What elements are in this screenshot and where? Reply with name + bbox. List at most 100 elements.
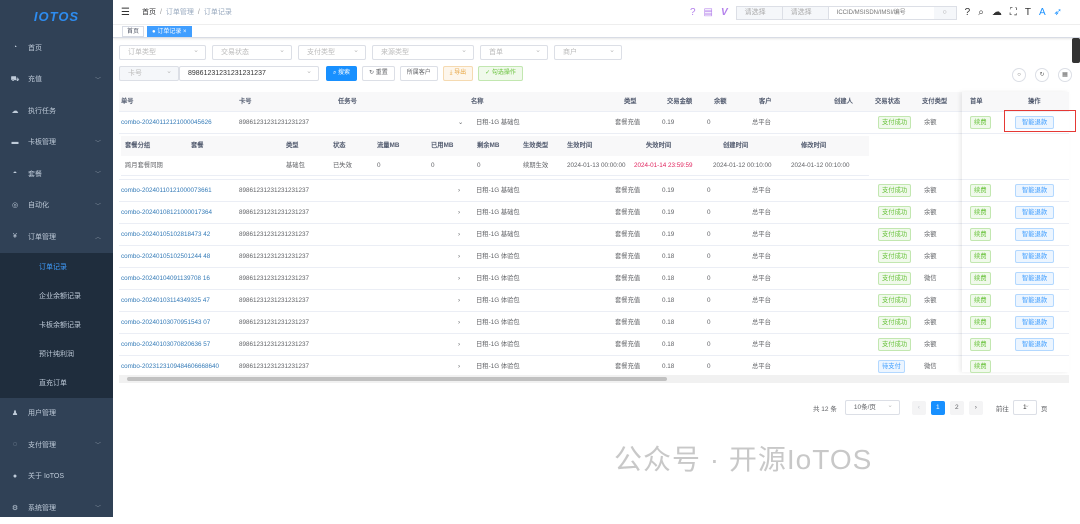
table-row[interactable]: combo-20240104091139708 16 89861231231231…	[119, 268, 962, 290]
expand-icon[interactable]: ›	[458, 312, 460, 333]
column-header[interactable]: 交易金额	[667, 92, 692, 112]
search-icon[interactable]: ⌕	[978, 7, 984, 18]
tag-home[interactable]: 首页	[122, 25, 145, 37]
page-size-select[interactable]: 10条/页	[844, 399, 900, 415]
logo[interactable]: IOTOS	[0, 0, 113, 32]
font-size-icon[interactable]: T	[1025, 7, 1031, 18]
smart-refund-button[interactable]: 智能退款	[1015, 316, 1055, 329]
smart-refund-button[interactable]: 智能退款	[1015, 294, 1055, 307]
submenu-item[interactable]: 直充订单	[0, 369, 113, 398]
translate-icon[interactable]: A	[1039, 7, 1046, 18]
sidebar-item-items_after3[interactable]: ⚙ 系统管理 ﹀	[0, 492, 113, 524]
smart-refund-button[interactable]: 智能退款	[1015, 272, 1055, 285]
expand-icon[interactable]: ›	[458, 224, 460, 245]
order-id-link[interactable]: combo-20240103114349325 47	[121, 290, 210, 311]
submenu-item[interactable]: 预计纯利润	[0, 340, 113, 369]
breadcrumb-home[interactable]: 首页	[142, 9, 156, 16]
search-toggle-icon[interactable]: ○	[1012, 68, 1026, 82]
submenu-item[interactable]: 卡板余额记录	[0, 311, 113, 340]
sidebar-item-items_after1[interactable]: ◌ 支付管理 ﹀	[0, 429, 113, 461]
order-id-link[interactable]: combo-20240108121000017364	[121, 202, 212, 223]
sidebar-item-items_after2[interactable]: ● 关于 IoTOS	[0, 461, 113, 493]
next-page-button[interactable]: ›	[968, 400, 983, 415]
card-number-input[interactable]: 89861231231231231237	[179, 65, 319, 81]
table-row[interactable]: combo-20240110121000073661 89861231231231…	[119, 180, 962, 202]
table-row[interactable]: combo-20240103070820636 57 89861231231231…	[119, 334, 962, 356]
order-id-link[interactable]: combo-20240105102818473 42	[121, 224, 210, 245]
table-row[interactable]: combo-20240108121000017364 89861231231231…	[119, 202, 962, 224]
expand-icon[interactable]: ⌄	[458, 112, 463, 133]
sidebar-item-items1[interactable]: ⛟ 充值 ﹀	[0, 64, 113, 96]
expand-icon[interactable]: ›	[458, 356, 460, 377]
order-id-link[interactable]: combo-2023123109484606668640	[121, 356, 219, 377]
order-id-link[interactable]: combo-20240104091139708 16	[121, 268, 210, 289]
expand-icon[interactable]: ›	[458, 334, 460, 355]
filter-select[interactable]: 首单	[480, 44, 548, 60]
reset-button[interactable]: ↻ 重置	[362, 66, 395, 81]
expand-icon[interactable]: ›	[458, 268, 460, 289]
column-header[interactable]: 名称	[471, 92, 484, 112]
question-icon[interactable]: ?	[965, 7, 971, 18]
filter-select[interactable]: 商户	[554, 44, 622, 60]
select-2[interactable]: 请选择	[783, 6, 829, 19]
prev-page-button[interactable]: ‹	[911, 400, 926, 415]
avatar[interactable]: ➶	[1054, 7, 1062, 18]
sidebar-item-items6[interactable]: ¥ 订单管理 ︿	[0, 221, 113, 253]
select-1[interactable]: 请选择	[737, 6, 783, 19]
horizontal-scrollbar[interactable]	[119, 375, 1069, 383]
submenu-item[interactable]: 企业余额记录	[0, 282, 113, 311]
column-header[interactable]: 交易状态	[875, 92, 900, 112]
column-header[interactable]: 类型	[624, 92, 637, 112]
help-circle-icon[interactable]: ?	[690, 7, 696, 18]
table-row[interactable]: combo-20240112121000045626 89861231231231…	[119, 112, 962, 134]
filter-select[interactable]: 交易状态	[212, 44, 292, 60]
smart-refund-button[interactable]: 智能退款	[1015, 250, 1055, 263]
order-id-link[interactable]: combo-20240103070951543 07	[121, 312, 210, 333]
scrollbar-thumb[interactable]	[127, 377, 667, 381]
print-icon[interactable]: ▤	[704, 7, 713, 18]
column-header[interactable]: 客户	[759, 92, 772, 112]
smart-refund-button[interactable]: 智能退款	[1015, 184, 1055, 197]
column-header[interactable]: 支付类型	[922, 92, 947, 112]
global-search-input[interactable]	[828, 6, 934, 19]
smart-refund-button[interactable]: 智能退款	[1015, 228, 1055, 241]
table-row[interactable]: combo-20240103114349325 47 89861231231231…	[119, 290, 962, 312]
cloud-download-icon[interactable]: ☁	[992, 7, 1002, 18]
column-header[interactable]: 单号	[121, 92, 134, 112]
expand-icon[interactable]: ›	[458, 290, 460, 311]
expand-icon[interactable]: ›	[458, 180, 460, 201]
table-row[interactable]: combo-20240105102501244 48 89861231231231…	[119, 246, 962, 268]
search-icon[interactable]: ○	[934, 7, 956, 19]
table-row[interactable]: combo-20240105102818473 42 89861231231231…	[119, 224, 962, 246]
sidebar-item-items2[interactable]: ☁ 执行任务	[0, 95, 113, 127]
sidebar-item-items5[interactable]: ◎ 自动化 ﹀	[0, 190, 113, 222]
sidebar-item-items3[interactable]: ▬ 卡板管理 ﹀	[0, 127, 113, 159]
filter-select[interactable]: 支付类型	[298, 44, 366, 60]
table-row[interactable]: combo-20240103070951543 07 89861231231231…	[119, 312, 962, 334]
page-1[interactable]: 1	[930, 400, 945, 415]
export-button[interactable]: ⤓ 导出	[442, 66, 474, 81]
column-header[interactable]: 卡号	[239, 92, 252, 112]
hamburger-icon[interactable]: ☰	[121, 7, 130, 18]
filter-select[interactable]: 订单类型	[119, 44, 206, 60]
order-id-link[interactable]: combo-20240103070820636 57	[121, 334, 210, 355]
search-button[interactable]: ⌕ 搜索	[326, 66, 358, 81]
order-id-link[interactable]: combo-20240105102501244 48	[121, 246, 210, 267]
expand-icon[interactable]: ›	[458, 202, 460, 223]
vip-icon[interactable]: V	[721, 7, 728, 18]
goto-page-input[interactable]: 1	[1012, 399, 1037, 415]
customer-button[interactable]: 所属客户	[399, 66, 438, 81]
fullscreen-icon[interactable]: ⛶	[1010, 7, 1017, 18]
column-header[interactable]: 余额	[714, 92, 727, 112]
page-2[interactable]: 2	[949, 400, 964, 415]
batch-operation-button[interactable]: ✓ 勾选操作	[478, 66, 523, 81]
columns-icon[interactable]: ▦	[1058, 68, 1072, 82]
submenu-item[interactable]: 订单记录	[0, 253, 113, 282]
refresh-icon[interactable]: ↻	[1035, 68, 1049, 82]
smart-refund-button[interactable]: 智能退款	[1015, 206, 1055, 219]
tag-order-records[interactable]: ● 订单记录 ×	[147, 25, 192, 37]
sidebar-item-items0[interactable]: ◔ 首页	[0, 32, 113, 64]
order-id-link[interactable]: combo-20240112121000045626	[121, 112, 212, 133]
expand-icon[interactable]: ›	[458, 246, 460, 267]
smart-refund-button[interactable]: 智能退款	[1015, 338, 1055, 351]
